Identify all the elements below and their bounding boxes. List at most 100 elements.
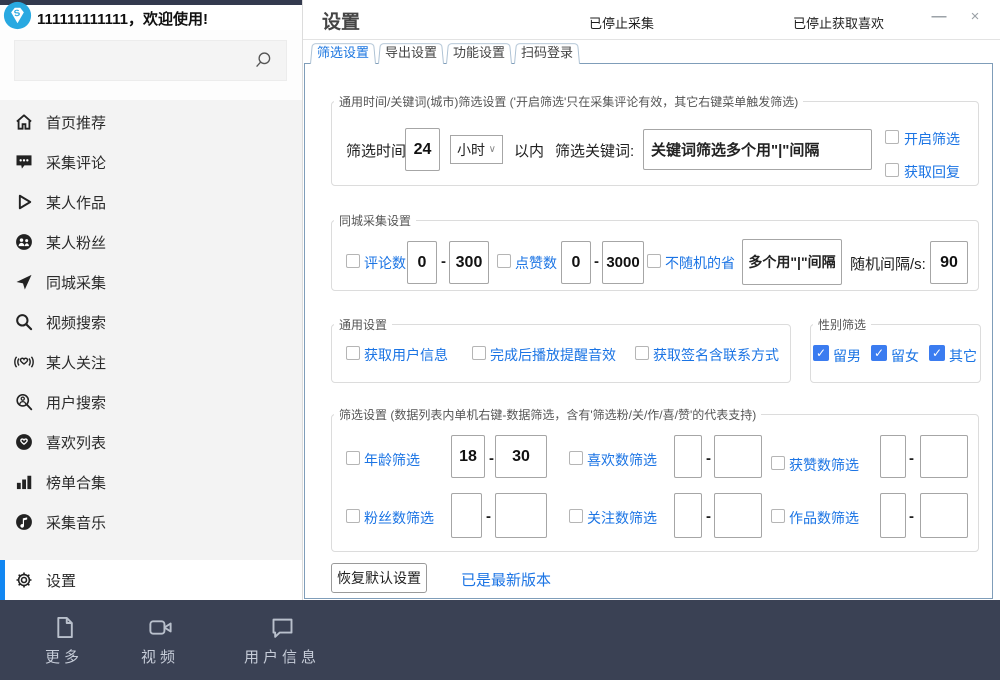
play-sound-checkbox[interactable] — [472, 346, 486, 360]
age-filter-checkbox[interactable] — [346, 451, 360, 465]
works-num-min-input[interactable] — [880, 493, 906, 538]
fans-icon — [14, 232, 34, 252]
reset-defaults-button[interactable]: 恢复默认设置 — [331, 563, 427, 593]
keep-male-label[interactable]: 留男 — [833, 346, 861, 366]
sidebar-item-user-fans[interactable]: 某人粉丝 — [0, 222, 302, 262]
praise-num-max-input[interactable] — [920, 435, 968, 478]
get-replies-label[interactable]: 获取回复 — [904, 162, 960, 182]
comment-count-checkbox[interactable] — [346, 254, 360, 268]
sidebar-item-video-search[interactable]: 视频搜索 — [0, 302, 302, 342]
follow-num-max-input[interactable] — [714, 493, 762, 538]
random-interval-input[interactable] — [930, 241, 968, 284]
province-label[interactable]: 不随机的省 — [665, 253, 735, 273]
praise-num-min-input[interactable] — [880, 435, 906, 478]
version-status-link[interactable]: 已是最新版本 — [461, 569, 551, 590]
like-num-filter-checkbox[interactable] — [569, 451, 583, 465]
keep-female-label[interactable]: 留女 — [891, 346, 919, 366]
search-input[interactable] — [23, 45, 253, 76]
follow-num-filter-checkbox[interactable] — [569, 509, 583, 523]
sidebar-item-collect-music[interactable]: 采集音乐 — [0, 502, 302, 542]
fans-num-filter-checkbox[interactable] — [346, 509, 360, 523]
enable-filter-checkbox[interactable] — [885, 130, 899, 144]
age-max-input[interactable] — [495, 435, 547, 478]
sidebar-item-collect-comments[interactable]: 采集评论 — [0, 142, 302, 182]
age-min-input[interactable] — [451, 435, 485, 478]
search-icon — [14, 312, 34, 332]
like-count-min-input[interactable] — [561, 241, 591, 284]
praise-num-filter-label[interactable]: 获赞数筛选 — [789, 455, 859, 475]
random-interval-label: 随机间隔/s: — [850, 253, 926, 274]
range-separator: - — [706, 508, 711, 525]
keep-other-checkbox[interactable] — [929, 345, 945, 361]
tab-qr-login[interactable]: 扫码登录 — [514, 42, 580, 64]
group-legend: 性别筛选 — [813, 316, 871, 333]
signature-contact-label[interactable]: 获取签名含联系方式 — [653, 345, 779, 365]
fans-num-filter-label[interactable]: 粉丝数筛选 — [364, 508, 434, 528]
get-replies-checkbox[interactable] — [885, 163, 899, 177]
broadcast-heart-icon — [14, 352, 34, 372]
keep-male-checkbox[interactable] — [813, 345, 829, 361]
like-count-checkbox[interactable] — [497, 254, 511, 268]
comment-count-min-input[interactable] — [407, 241, 437, 284]
like-num-min-input[interactable] — [674, 435, 702, 478]
minimize-button[interactable]: — — [927, 5, 951, 29]
time-unit-select[interactable]: 小时 ∨ — [450, 135, 503, 164]
comment-icon — [14, 152, 34, 172]
range-separator: - — [441, 253, 446, 270]
like-num-max-input[interactable] — [714, 435, 762, 478]
group-legend: 通用设置 — [334, 316, 392, 333]
comment-count-label[interactable]: 评论数 — [364, 253, 406, 273]
chevron-down-icon: ∨ — [489, 144, 496, 155]
follow-num-filter-label[interactable]: 关注数筛选 — [587, 508, 657, 528]
fans-num-min-input[interactable] — [451, 493, 482, 538]
works-num-filter-label[interactable]: 作品数筛选 — [789, 508, 859, 528]
like-count-max-input[interactable] — [602, 241, 644, 284]
like-count-label[interactable]: 点赞数 — [515, 253, 557, 273]
fans-num-max-input[interactable] — [495, 493, 547, 538]
get-user-info-label[interactable]: 获取用户信息 — [364, 345, 448, 365]
sidebar-item-user-follows[interactable]: 某人关注 — [0, 342, 302, 382]
tab-export-settings[interactable]: 导出设置 — [378, 42, 444, 64]
range-separator: - — [594, 253, 599, 270]
sidebar-item-user-search[interactable]: 用户搜索 — [0, 382, 302, 422]
province-input[interactable] — [742, 239, 842, 285]
follow-num-min-input[interactable] — [674, 493, 702, 538]
works-num-max-input[interactable] — [920, 493, 968, 538]
range-separator: - — [486, 508, 491, 525]
sidebar-item-label: 某人作品 — [46, 192, 106, 213]
group-legend: 通用时间/关键词(城市)筛选设置 ('开启筛选'只在采集评论有效，其它右键菜单触… — [334, 93, 803, 110]
filter-time-label: 筛选时间 — [346, 140, 406, 161]
keep-other-label[interactable]: 其它 — [949, 346, 977, 366]
play-sound-label[interactable]: 完成后播放提醒音效 — [490, 345, 616, 365]
enable-filter-label[interactable]: 开启筛选 — [904, 129, 960, 149]
praise-num-filter-checkbox[interactable] — [771, 456, 785, 470]
province-checkbox[interactable] — [647, 254, 661, 268]
sidebar-item-home-feed[interactable]: 首页推荐 — [0, 102, 302, 142]
location-arrow-icon — [14, 272, 34, 292]
signature-contact-checkbox[interactable] — [635, 346, 649, 360]
bottom-item-more[interactable]: 更多 — [32, 614, 96, 667]
tab-filter-settings[interactable]: 筛选设置 — [310, 42, 376, 64]
age-filter-label[interactable]: 年龄筛选 — [364, 450, 420, 470]
sidebar-item-likes-list[interactable]: 喜欢列表 — [0, 422, 302, 462]
sidebar-item-ranking-collection[interactable]: 榜单合集 — [0, 462, 302, 502]
filter-keyword-input[interactable] — [643, 129, 872, 170]
sidebar-item-city-collect[interactable]: 同城采集 — [0, 262, 302, 302]
group-legend: 筛选设置 (数据列表内单机右键-数据筛选，含有'筛选粉/关/作/喜/赞'的代表支… — [334, 406, 761, 423]
like-num-filter-label[interactable]: 喜欢数筛选 — [587, 450, 657, 470]
play-icon — [14, 192, 34, 212]
sidebar-item-label: 喜欢列表 — [46, 432, 106, 453]
close-button[interactable]: × — [963, 5, 987, 29]
tab-function-settings[interactable]: 功能设置 — [446, 42, 512, 64]
comment-count-max-input[interactable] — [449, 241, 489, 284]
sidebar-item-user-works[interactable]: 某人作品 — [0, 182, 302, 222]
filter-time-input[interactable] — [405, 128, 440, 171]
works-num-filter-checkbox[interactable] — [771, 509, 785, 523]
bottom-item-user-info[interactable]: 用户信息 — [226, 614, 338, 667]
status-likes: 已停止获取喜欢 — [793, 13, 884, 32]
bottom-item-video[interactable]: 视频 — [128, 614, 192, 667]
get-user-info-checkbox[interactable] — [346, 346, 360, 360]
search-area — [0, 30, 302, 100]
sidebar-item-settings[interactable]: 设置 — [0, 560, 302, 600]
keep-female-checkbox[interactable] — [871, 345, 887, 361]
